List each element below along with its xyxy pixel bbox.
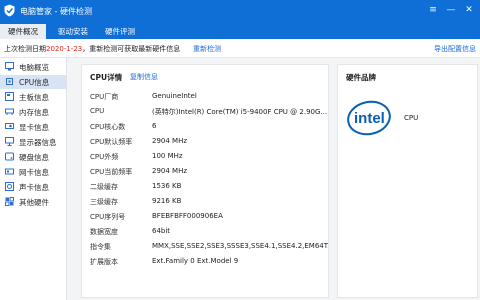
sidebar-item-label: 显卡信息 — [19, 123, 49, 132]
hardware-brand-title: 硬件品牌 — [346, 73, 376, 82]
info-row-instruction-set: 指令集 MMX,SSE,SSE2,SSE3,SSSE3,SSE4.1,SSE4.… — [90, 240, 329, 254]
info-row-l3-cache: 三级缓存 9216 KB — [90, 195, 326, 209]
info-row-l2-cache: 二级缓存 1536 KB — [90, 180, 326, 194]
info-value: 9216 KB — [152, 197, 182, 205]
last-check-prefix: 上次检测日期 — [4, 45, 46, 53]
sidebar-item-label: 网卡信息 — [19, 168, 49, 177]
info-value: Ext.Family 0 Ext.Model 9 — [152, 257, 239, 265]
tab-bar: 硬件概况 驱动安装 硬件评测 — [0, 22, 480, 39]
svg-text:intel: intel — [354, 110, 385, 127]
memory-icon — [5, 108, 14, 115]
sidebar-item-label: 显示器信息 — [19, 138, 57, 147]
sidebar-item-sound[interactable]: 声卡信息 — [0, 180, 66, 194]
sidebar-item-motherboard[interactable]: 主板信息 — [0, 90, 66, 104]
motherboard-icon — [5, 92, 14, 101]
tab-driver-install[interactable]: 驱动安装 — [50, 24, 96, 39]
shield-icon — [4, 4, 15, 17]
sidebar-item-disk[interactable]: 硬盘信息 — [0, 150, 66, 164]
info-key: CPU外频 — [90, 153, 119, 161]
info-row-serial: CPU序列号 BFEBFBFF000906EA — [90, 210, 326, 224]
info-key: CPU默认频率 — [90, 138, 133, 146]
sidebar-item-label: 电脑概览 — [19, 63, 49, 72]
sidebar-item-label: 其他硬件 — [19, 198, 49, 207]
copy-info-link[interactable]: 复制信息 — [130, 72, 158, 82]
sidebar: 电脑概览 CPU信息 主板信息 内存信息 显卡信息 显示器信息 硬盘信息 网卡信… — [0, 58, 67, 300]
info-value: 2904 MHz — [152, 137, 188, 145]
info-value: MMX,SSE,SSE2,SSE3,SSSE3,SSE4.1,SSE4.2,EM… — [152, 242, 329, 250]
tab-label: 驱动安装 — [58, 27, 88, 36]
sidebar-item-label: 内存信息 — [19, 108, 49, 117]
disk-icon — [5, 152, 14, 161]
info-key: 扩展版本 — [90, 258, 118, 266]
other-hardware-icon — [5, 197, 14, 206]
info-row-vendor: CPU厂商 GenuineIntel — [90, 90, 326, 104]
info-row-current-freq: CPU当前频率 2904 MHz — [90, 165, 326, 179]
info-key: 数据宽度 — [90, 228, 118, 236]
last-check-suffix: ，重新检测可获取最新硬件信息 — [82, 45, 181, 53]
info-row-default-freq: CPU默认频率 2904 MHz — [90, 135, 326, 149]
info-key: CPU核心数 — [90, 123, 126, 131]
cpu-details-title: CPU详情 — [90, 73, 123, 82]
sidebar-item-graphics[interactable]: 显卡信息 — [0, 120, 66, 134]
info-row-data-width: 数据宽度 64bit — [90, 225, 326, 239]
graphics-card-icon — [5, 123, 14, 129]
sidebar-item-label: 声卡信息 — [19, 183, 49, 192]
close-icon[interactable]: ✕ — [462, 3, 476, 17]
tab-hardware-overview[interactable]: 硬件概况 — [0, 24, 46, 39]
redetect-link[interactable]: 重新检测 — [193, 44, 221, 54]
export-config-link[interactable]: 导出配置信息 — [434, 44, 476, 54]
minimize-icon[interactable]: — — [444, 3, 458, 17]
notice-bar: 上次检测日期2020-1-23，重新检测可获取最新硬件信息 重新检测 导出配置信… — [0, 39, 480, 58]
sidebar-item-label: 主板信息 — [19, 93, 49, 102]
tab-label: 硬件概况 — [8, 27, 38, 36]
info-row-cpu: CPU (英特尔)Intel(R) Core(TM) i5-9400F CPU … — [90, 105, 328, 119]
sidebar-item-cpu[interactable]: CPU信息 — [0, 75, 66, 89]
cpu-icon — [6, 78, 13, 85]
info-key: 三级缓存 — [90, 198, 118, 206]
info-value: 6 — [152, 122, 157, 130]
sidebar-item-network[interactable]: 网卡信息 — [0, 165, 66, 179]
info-row-ext-version: 扩展版本 Ext.Family 0 Ext.Model 9 — [90, 255, 326, 269]
sidebar-item-memory[interactable]: 内存信息 — [0, 105, 66, 119]
info-value: 64bit — [152, 227, 171, 235]
info-key: 二级缓存 — [90, 183, 118, 191]
info-value: (英特尔)Intel(R) Core(TM) i5-9400F CPU @ 2.… — [152, 108, 328, 116]
title-bar: 电脑管家 - 硬件检测 ≡ — ✕ — [0, 0, 480, 22]
last-check-date: 2020-1-23 — [46, 45, 83, 53]
sound-card-icon — [5, 182, 14, 191]
window-title: 电脑管家 - 硬件检测 — [20, 7, 92, 16]
menu-icon[interactable]: ≡ — [426, 3, 440, 17]
sidebar-item-other[interactable]: 其他硬件 — [0, 195, 66, 209]
cpu-details-panel: CPU详情 复制信息 CPU厂商 GenuineIntel CPU (英特尔)I… — [81, 64, 329, 298]
intel-logo-icon: intel — [347, 100, 391, 136]
info-value: 100 MHz — [152, 152, 183, 160]
brand-cpu-label: CPU — [404, 114, 419, 122]
monitor-icon — [5, 137, 14, 146]
computer-icon — [5, 62, 14, 71]
main-content: CPU详情 复制信息 CPU厂商 GenuineIntel CPU (英特尔)I… — [67, 58, 480, 300]
tab-label: 硬件评测 — [105, 27, 135, 36]
sidebar-item-overview[interactable]: 电脑概览 — [0, 60, 66, 74]
sidebar-item-monitor[interactable]: 显示器信息 — [0, 135, 66, 149]
info-key: CPU当前频率 — [90, 168, 133, 176]
sidebar-item-label: 硬盘信息 — [19, 153, 49, 162]
network-card-icon — [5, 168, 14, 175]
info-value: 2904 MHz — [152, 167, 188, 175]
hardware-brand-panel: 硬件品牌 intel CPU — [337, 64, 478, 298]
sidebar-item-label: CPU信息 — [19, 78, 50, 87]
info-value: BFEBFBFF000906EA — [152, 212, 223, 220]
info-key: CPU厂商 — [90, 93, 119, 101]
last-check-label: 上次检测日期2020-1-23，重新检测可获取最新硬件信息 — [4, 44, 180, 54]
info-value: 1536 KB — [152, 182, 182, 190]
info-value: GenuineIntel — [152, 92, 197, 100]
info-key: 指令集 — [90, 243, 111, 251]
info-key: CPU — [90, 107, 105, 115]
info-row-external-freq: CPU外频 100 MHz — [90, 150, 326, 164]
info-row-cores: CPU核心数 6 — [90, 120, 326, 134]
tab-hardware-benchmark[interactable]: 硬件评测 — [97, 24, 143, 39]
info-key: CPU序列号 — [90, 213, 126, 221]
